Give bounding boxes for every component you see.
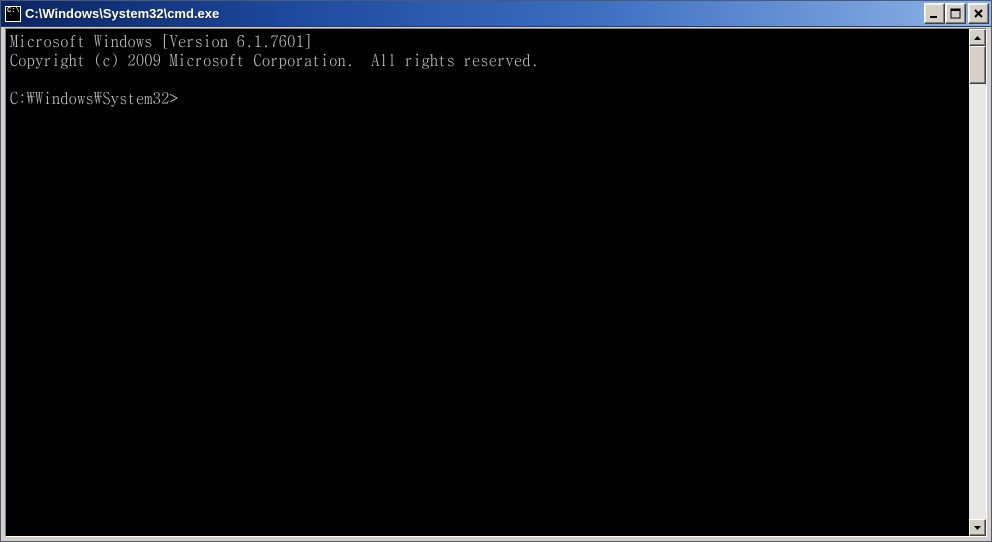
console-line: Copyright (c) 2009 Microsoft Corporation…: [10, 48, 539, 71]
titlebar[interactable]: C:\Windows\System32\cmd.exe: [1, 1, 991, 27]
scroll-thumb[interactable]: [969, 46, 986, 84]
close-button[interactable]: [968, 3, 989, 24]
command-prompt: C:\Windows\System32>: [10, 86, 178, 109]
vertical-scrollbar[interactable]: [969, 29, 986, 536]
cmd-window: C:\Windows\System32\cmd.exe Microsoft W: [0, 0, 992, 542]
chevron-down-icon: [974, 526, 981, 530]
scroll-up-button[interactable]: [969, 29, 986, 46]
scroll-track[interactable]: [969, 46, 986, 519]
minimize-icon: [928, 7, 941, 20]
maximize-icon: [949, 7, 962, 20]
system-menu-icon[interactable]: [5, 6, 21, 22]
client-area: Microsoft Windows [Version 6.1.7601] Cop…: [5, 28, 987, 537]
scroll-down-button[interactable]: [969, 519, 986, 536]
chevron-up-icon: [974, 36, 981, 40]
console-output[interactable]: Microsoft Windows [Version 6.1.7601] Cop…: [6, 29, 969, 536]
minimize-button[interactable]: [924, 3, 945, 24]
close-icon: [972, 7, 985, 20]
window-controls: [924, 3, 989, 24]
maximize-button[interactable]: [945, 3, 966, 24]
window-title: C:\Windows\System32\cmd.exe: [25, 6, 924, 21]
